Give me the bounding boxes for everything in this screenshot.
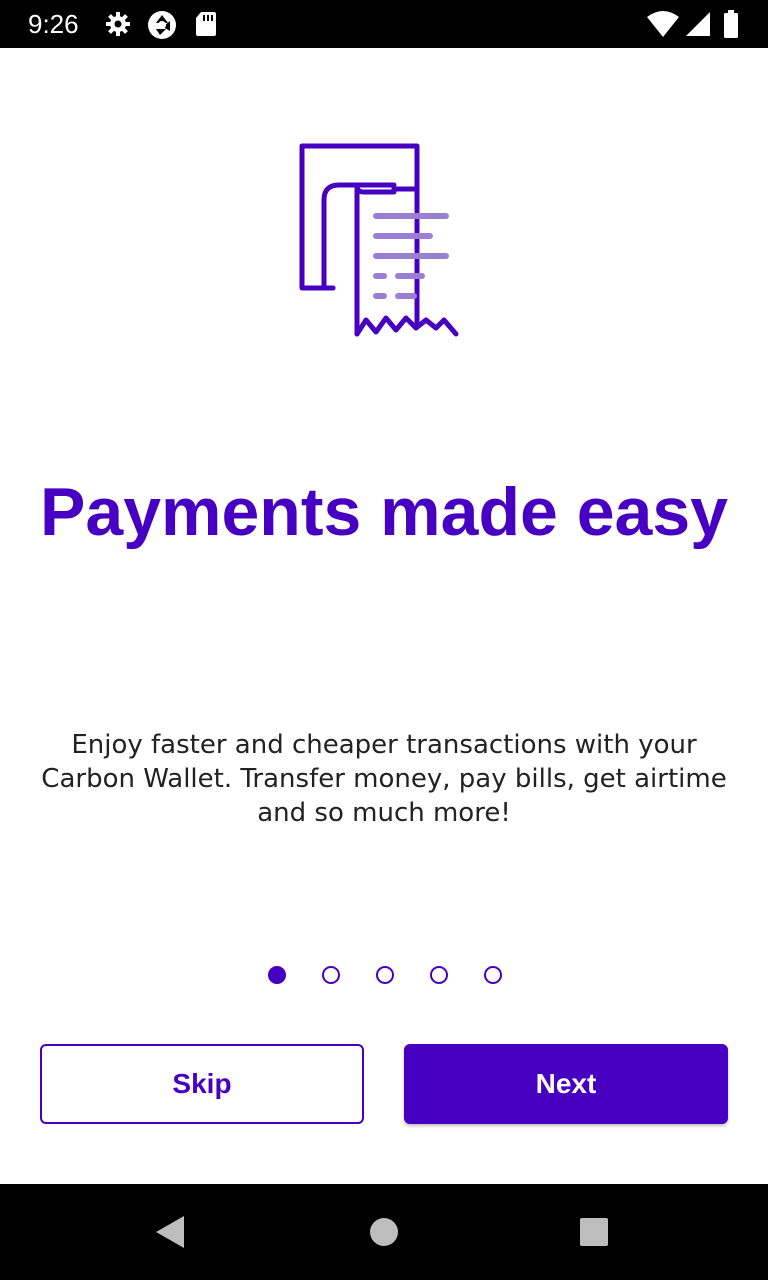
onboarding-screen: 9:26 Payments made easy Enjoy faster and… (0, 0, 768, 1280)
status-bar: 9:26 (0, 0, 768, 48)
page-dot-4[interactable] (430, 966, 448, 984)
receipt-illustration (294, 140, 474, 346)
wifi-icon (646, 10, 680, 42)
gear-icon (104, 10, 132, 42)
sd-card-icon (194, 10, 218, 42)
status-time: 9:26 (28, 9, 79, 39)
battery-icon (722, 10, 740, 42)
page-title: Payments made easy (40, 474, 728, 550)
page-dot-1-active[interactable] (268, 966, 286, 984)
next-button[interactable]: Next (404, 1044, 728, 1124)
page-description: Enjoy faster and cheaper transactions wi… (41, 730, 727, 828)
navigation-bar (0, 1184, 768, 1280)
page-dot-3[interactable] (376, 966, 394, 984)
back-icon[interactable] (152, 1214, 188, 1254)
home-icon[interactable] (368, 1216, 400, 1252)
page-dot-2[interactable] (322, 966, 340, 984)
page-indicator (0, 964, 768, 986)
receipt-icon (299, 143, 459, 337)
shutter-icon (146, 10, 178, 44)
signal-icon (684, 10, 712, 42)
recents-icon[interactable] (578, 1216, 610, 1252)
skip-button[interactable]: Skip (40, 1044, 364, 1124)
page-dot-5[interactable] (484, 966, 502, 984)
